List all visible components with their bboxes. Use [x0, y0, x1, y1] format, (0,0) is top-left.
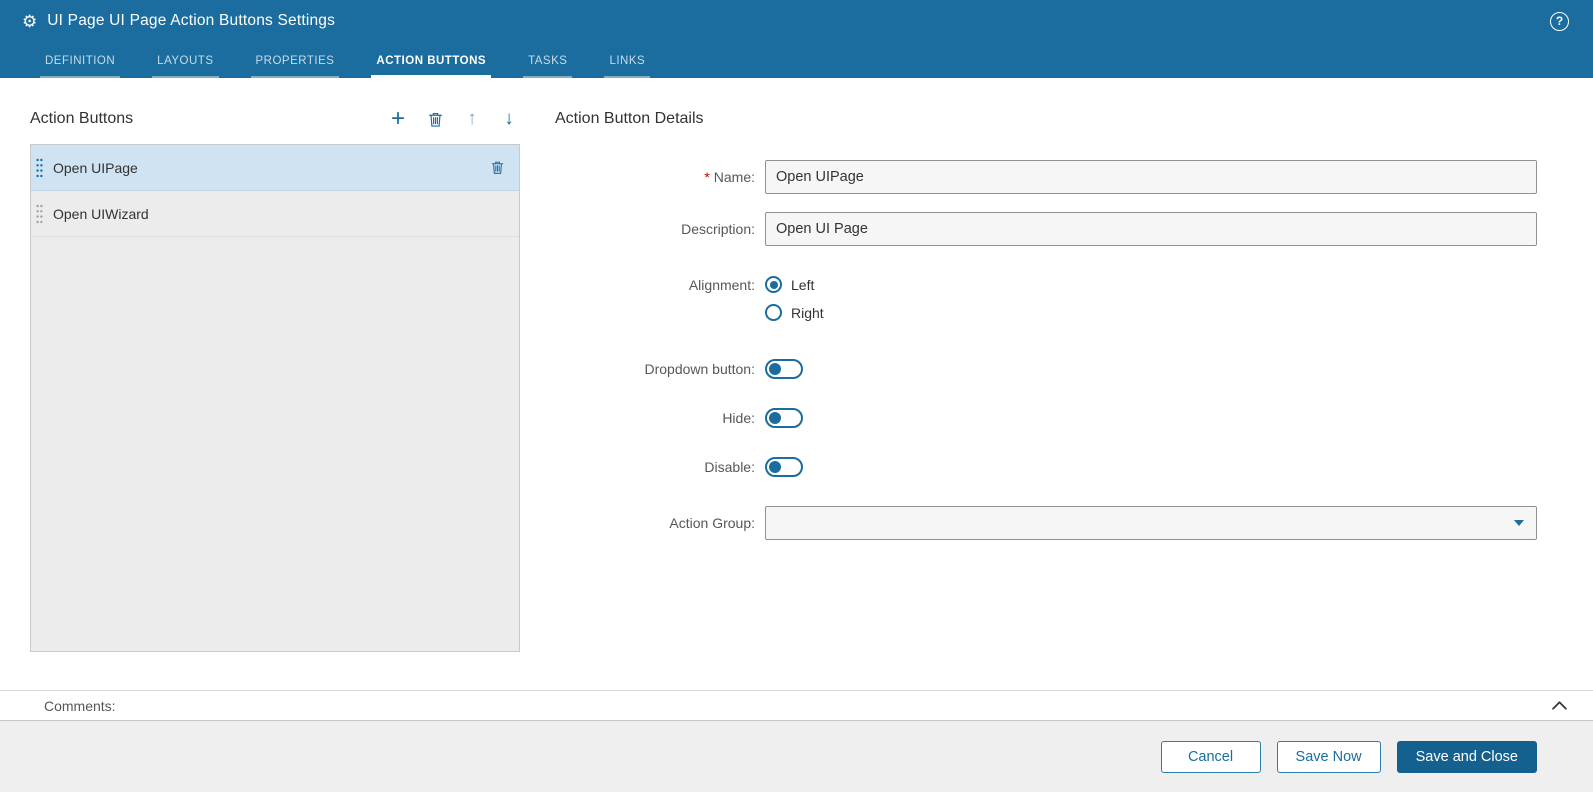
title-row: ⚙ UI Page UI Page Action Buttons Setting… [0, 0, 1593, 42]
action-button-details-panel: Action Button Details *Name: Description… [555, 102, 1593, 690]
name-field[interactable] [765, 160, 1537, 194]
trash-icon [427, 111, 444, 128]
description-field[interactable] [765, 212, 1537, 246]
alignment-left-option[interactable]: Left [765, 276, 1537, 293]
tab-layouts[interactable]: LAYOUTS [152, 55, 218, 78]
help-icon[interactable]: ? [1550, 12, 1569, 31]
drag-handle-icon[interactable] [36, 203, 44, 225]
radio-left-icon[interactable] [765, 276, 782, 293]
disable-label: Disable: [555, 458, 755, 476]
dropdown-button-label: Dropdown button: [555, 360, 755, 378]
tab-action-buttons[interactable]: ACTION BUTTONS [371, 55, 491, 78]
alignment-radio-group: Left Right [765, 276, 1537, 321]
move-up-icon[interactable]: ↑ [461, 108, 483, 130]
add-button-icon[interactable]: + [387, 108, 409, 130]
radio-right-label: Right [791, 305, 824, 321]
name-row: *Name: [555, 160, 1537, 194]
description-label: Description: [555, 212, 755, 246]
chevron-up-icon [1552, 701, 1567, 710]
radio-left-label: Left [791, 277, 814, 293]
action-buttons-panel: Action Buttons + ↑ ↓ [30, 102, 520, 652]
comments-collapse-button[interactable] [1552, 701, 1567, 710]
drag-handle-icon[interactable] [36, 157, 44, 179]
name-label: *Name: [555, 160, 755, 194]
tab-definition[interactable]: DEFINITION [40, 55, 120, 78]
settings-window: ⚙ UI Page UI Page Action Buttons Setting… [0, 0, 1593, 792]
dropdown-button-toggle[interactable] [765, 359, 803, 379]
row-trash-icon[interactable] [490, 160, 505, 175]
action-group-label: Action Group: [555, 506, 755, 540]
disable-toggle[interactable] [765, 457, 803, 477]
list-toolbar: + ↑ ↓ [387, 108, 520, 130]
action-buttons-panel-title: Action Buttons [30, 110, 133, 128]
list-item[interactable]: Open UIPage [31, 145, 519, 191]
page-title: UI Page UI Page Action Buttons Settings [47, 12, 335, 30]
toggle-knob [769, 363, 781, 375]
toggle-knob [769, 412, 781, 424]
list-item-label: Open UIWizard [53, 206, 149, 222]
required-marker: * [704, 169, 709, 185]
hide-label: Hide: [555, 409, 755, 427]
disable-row: Disable: [555, 457, 1537, 477]
description-row: Description: [555, 212, 1537, 246]
action-group-select[interactable] [765, 506, 1537, 540]
tab-links[interactable]: LINKS [604, 55, 650, 78]
alignment-label: Alignment: [555, 276, 755, 294]
move-down-icon[interactable]: ↓ [498, 108, 520, 130]
details-title: Action Button Details [555, 102, 1537, 136]
action-buttons-list: Open UIPage [30, 144, 520, 652]
cancel-button[interactable]: Cancel [1161, 741, 1261, 773]
list-item-label: Open UIPage [53, 160, 138, 176]
hide-toggle[interactable] [765, 408, 803, 428]
footer: Cancel Save Now Save and Close [0, 721, 1593, 792]
header: ⚙ UI Page UI Page Action Buttons Setting… [0, 0, 1593, 78]
hide-row: Hide: [555, 408, 1537, 428]
main-content: Action Buttons + ↑ ↓ [0, 78, 1593, 690]
action-group-row: Action Group: [555, 506, 1537, 540]
save-and-close-button[interactable]: Save and Close [1397, 741, 1537, 773]
radio-right-icon[interactable] [765, 304, 782, 321]
toggle-knob [769, 461, 781, 473]
tab-properties[interactable]: PROPERTIES [251, 55, 340, 78]
gear-icon: ⚙ [22, 13, 37, 30]
delete-button-icon[interactable] [424, 108, 446, 130]
alignment-row: Alignment: Left Right [555, 276, 1537, 321]
dropdown-button-row: Dropdown button: [555, 359, 1537, 379]
tab-tasks[interactable]: TASKS [523, 55, 572, 78]
action-buttons-panel-header: Action Buttons + ↑ ↓ [30, 102, 520, 136]
comments-bar: Comments: [0, 690, 1593, 721]
alignment-right-option[interactable]: Right [765, 304, 1537, 321]
save-now-button[interactable]: Save Now [1277, 741, 1381, 773]
tab-bar: DEFINITION LAYOUTS PROPERTIES ACTION BUT… [0, 42, 1593, 78]
chevron-down-icon [1514, 520, 1524, 526]
list-item[interactable]: Open UIWizard [31, 191, 519, 237]
comments-label: Comments: [44, 698, 116, 714]
